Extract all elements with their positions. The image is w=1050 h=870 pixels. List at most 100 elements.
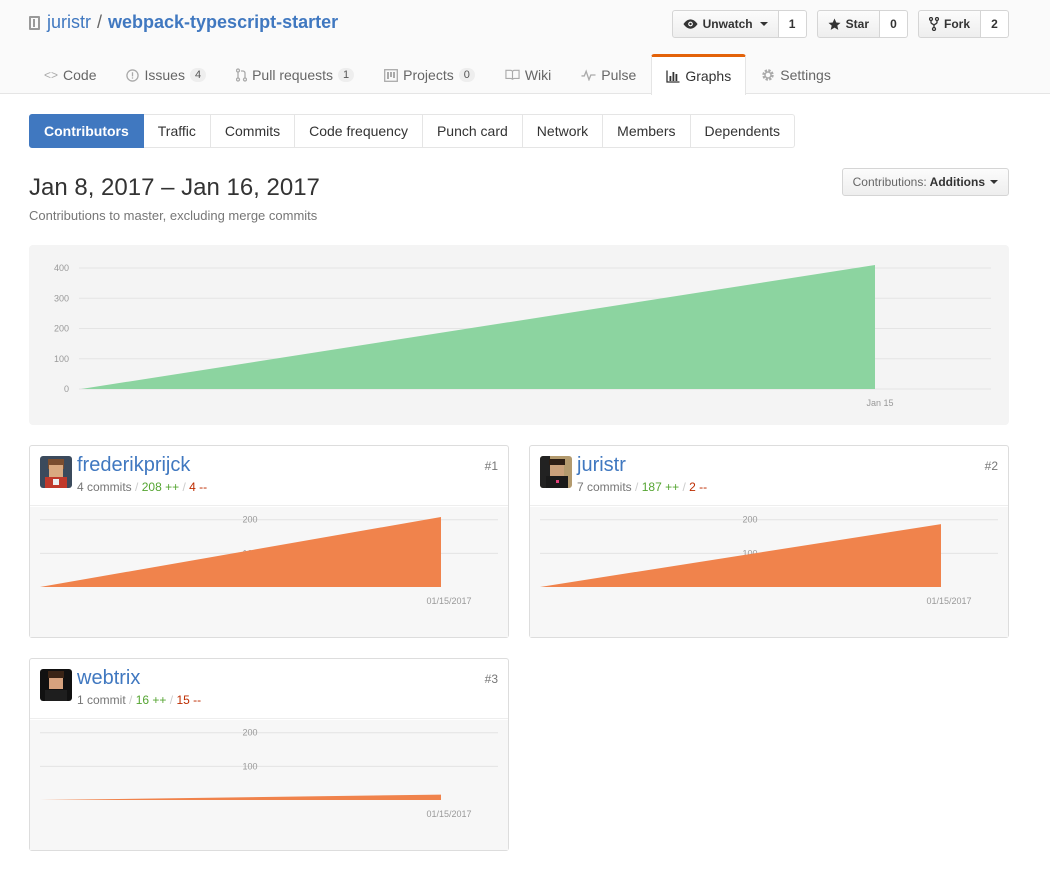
contributor-graph: 10020001/15/2017 xyxy=(530,507,1008,637)
issues-count: 4 xyxy=(189,68,207,82)
y-tick-label: 100 xyxy=(54,354,69,364)
x-tick-label: Jan 15 xyxy=(866,398,893,408)
avatar[interactable] xyxy=(540,456,572,488)
tab-issues-label: Issues xyxy=(144,67,185,83)
y-tick-label: 200 xyxy=(242,728,257,738)
avatar-image xyxy=(540,456,572,488)
unwatch-button[interactable]: Unwatch xyxy=(671,10,779,38)
forks-count[interactable]: 2 xyxy=(981,10,1009,38)
commit-count-link[interactable]: 1 commit xyxy=(77,693,126,707)
repo-nav: <> Code Issues 4 Pull requests 1 Project… xyxy=(29,54,846,95)
chevron-down-icon xyxy=(990,180,998,184)
contributor-graph-svg: 100 200 01/15/2017 xyxy=(40,728,498,819)
stats-divider: / xyxy=(182,480,186,494)
tab-code-label: Code xyxy=(63,67,97,83)
contributor-graph-svg: 10020001/15/2017 xyxy=(40,515,498,606)
contributor-graph-svg: 10020001/15/2017 xyxy=(540,515,998,606)
tab-graphs[interactable]: Graphs xyxy=(651,54,747,95)
contributions-select-value: Additions xyxy=(929,175,985,189)
contributor-stats: 4 commits / 208 ++ / 4 -- xyxy=(77,480,207,494)
additions-count: 208 ++ xyxy=(141,480,180,494)
contributions-type-select[interactable]: Contributions: Additions xyxy=(841,168,1009,196)
tab-pull-requests[interactable]: Pull requests 1 xyxy=(221,54,369,95)
subnav-punch-card[interactable]: Punch card xyxy=(422,114,523,148)
x-tick-label: 01/15/2017 xyxy=(426,596,471,606)
subnav-contributors[interactable]: Contributors xyxy=(29,114,144,148)
subnav-members[interactable]: Members xyxy=(603,114,691,148)
tab-pulse[interactable]: Pulse xyxy=(566,54,651,95)
y-tick-label: 0 xyxy=(64,384,69,394)
gear-icon xyxy=(762,69,774,81)
subnav-code-frequency[interactable]: Code frequency xyxy=(295,114,423,148)
contributor-card-header: frederikprijck 4 commits / 208 ++ / 4 --… xyxy=(30,446,508,506)
contributor-graph: 100 200 01/15/2017 xyxy=(30,720,508,850)
x-tick-label: 01/15/2017 xyxy=(426,809,471,819)
fork-button[interactable]: Fork xyxy=(917,10,981,38)
star-icon xyxy=(828,17,841,30)
tab-settings[interactable]: Settings xyxy=(746,54,846,95)
avatar-image xyxy=(40,669,72,701)
commit-count-link[interactable]: 7 commits xyxy=(577,480,632,494)
subnav-network[interactable]: Network xyxy=(522,114,604,148)
watch-group: Unwatch 1 xyxy=(671,10,807,38)
date-range-heading: Jan 8, 2017 – Jan 16, 2017 xyxy=(29,174,320,201)
star-button[interactable]: Star xyxy=(816,10,880,38)
tab-graphs-label: Graphs xyxy=(685,68,732,84)
tab-code[interactable]: <> Code xyxy=(29,54,111,95)
eye-icon xyxy=(683,19,698,29)
deletions-count: 15 -- xyxy=(176,693,202,707)
repo-icon xyxy=(29,15,40,30)
repo-actions: Unwatch 1 Star 0 Fork 2 xyxy=(671,10,1009,38)
contributor-rank: #2 xyxy=(984,459,998,473)
y-tick-label: 200 xyxy=(242,515,257,525)
contributor-card: frederikprijck 4 commits / 208 ++ / 4 --… xyxy=(29,445,509,638)
issue-icon xyxy=(126,68,140,82)
stats-divider: / xyxy=(135,480,139,494)
chevron-down-icon xyxy=(759,22,768,26)
date-range-subtitle: Contributions to master, excluding merge… xyxy=(29,208,318,223)
subnav-traffic[interactable]: Traffic xyxy=(143,114,211,148)
contributor-rank: #1 xyxy=(484,459,498,473)
main-graph-svg: 0 100 200 300 400 Jan 15 xyxy=(54,263,991,408)
star-label: Star xyxy=(845,17,869,31)
tab-pull-requests-label: Pull requests xyxy=(252,67,334,83)
stats-divider: / xyxy=(682,480,686,494)
tab-wiki-label: Wiki xyxy=(524,67,552,83)
contributor-name-link[interactable]: frederikprijck xyxy=(77,454,190,477)
stars-count[interactable]: 0 xyxy=(879,10,908,38)
avatar[interactable] xyxy=(40,456,72,488)
pull-request-icon xyxy=(236,68,248,82)
contributor-name-link[interactable]: webtrix xyxy=(77,667,140,690)
main-contributions-graph: 0 100 200 300 400 Jan 15 xyxy=(29,245,1009,425)
contributor-card: webtrix 1 commit / 16 ++ / 15 -- #3 100 2… xyxy=(29,658,509,851)
contributor-name-link[interactable]: juristr xyxy=(577,454,626,477)
contributor-card-header: webtrix 1 commit / 16 ++ / 15 -- #3 xyxy=(30,659,508,719)
avatar[interactable] xyxy=(40,669,72,701)
contributions-select-prefix: Contributions: xyxy=(852,175,927,189)
project-icon xyxy=(384,68,399,82)
projects-count: 0 xyxy=(458,68,475,82)
subnav-commits[interactable]: Commits xyxy=(210,114,296,148)
tab-projects-label: Projects xyxy=(403,67,454,83)
y-tick-label: 200 xyxy=(742,515,757,525)
contributor-graph: 10020001/15/2017 xyxy=(30,507,508,637)
fork-group: Fork 2 xyxy=(917,10,1009,38)
pull-requests-count: 1 xyxy=(338,68,355,82)
deletions-count: 2 -- xyxy=(689,480,708,494)
tab-projects[interactable]: Projects 0 xyxy=(369,54,490,95)
repo-owner-link[interactable]: juristr xyxy=(47,12,91,33)
deletions-count: 4 -- xyxy=(189,480,208,494)
book-icon xyxy=(505,69,520,80)
y-tick-label: 100 xyxy=(242,761,257,771)
repo-name-link[interactable]: webpack-typescript-starter xyxy=(108,12,338,33)
avatar-image xyxy=(40,456,72,488)
tab-wiki[interactable]: Wiki xyxy=(490,54,566,95)
commit-count-link[interactable]: 4 commits xyxy=(77,480,132,494)
tab-pulse-label: Pulse xyxy=(601,67,637,83)
y-tick-label: 400 xyxy=(54,263,69,273)
fork-icon xyxy=(928,17,939,31)
watchers-count[interactable]: 1 xyxy=(778,10,807,38)
tab-issues[interactable]: Issues 4 xyxy=(111,54,221,95)
subnav-dependents[interactable]: Dependents xyxy=(690,114,796,148)
star-group: Star 0 xyxy=(816,10,908,38)
